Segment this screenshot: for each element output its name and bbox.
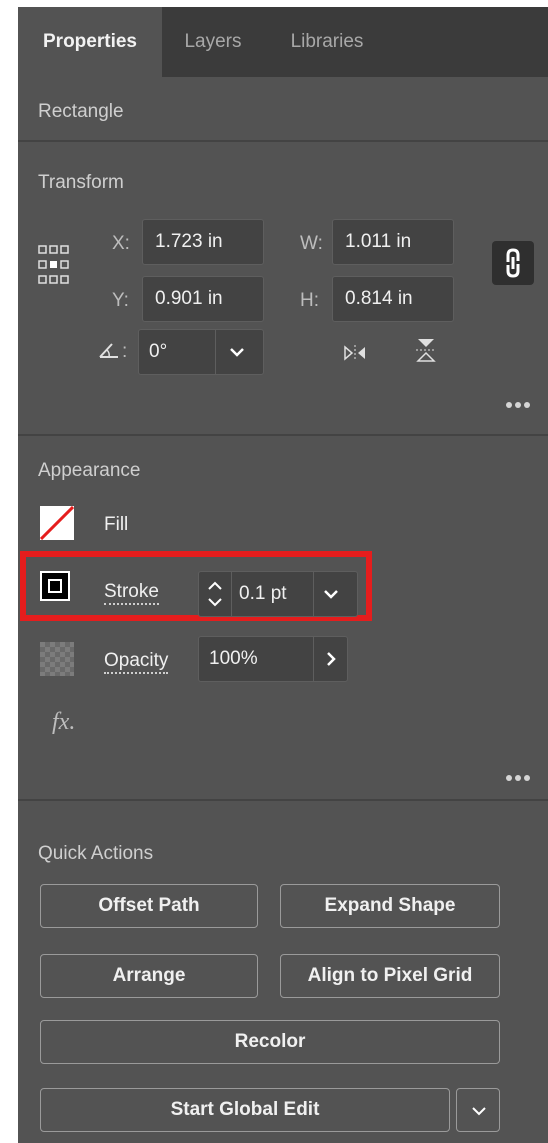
chevron-down-icon[interactable] <box>229 346 245 358</box>
reference-point-icon[interactable] <box>38 245 70 285</box>
tab-layers[interactable]: Layers <box>162 7 264 77</box>
quick-actions-section-title: Quick Actions <box>38 843 154 864</box>
fill-swatch[interactable] <box>39 505 75 541</box>
link-icon <box>506 248 520 278</box>
opacity-label-text: Opacity <box>104 650 169 674</box>
fill-label[interactable]: Fill <box>104 514 128 536</box>
start-global-edit-button[interactable]: Start Global Edit <box>40 1088 450 1132</box>
h-input[interactable]: 0.814 in <box>332 276 454 322</box>
global-edit-options-button[interactable] <box>456 1088 500 1132</box>
align-to-pixel-grid-button[interactable]: Align to Pixel Grid <box>280 954 500 998</box>
appearance-more-options-icon[interactable] <box>506 775 530 781</box>
chevron-down-icon[interactable] <box>323 588 339 600</box>
x-input[interactable]: 1.723 in <box>142 219 264 265</box>
object-type-label: Rectangle <box>38 101 124 122</box>
h-label: H: <box>300 290 319 311</box>
recolor-button[interactable]: Recolor <box>40 1020 500 1064</box>
y-input[interactable]: 0.901 in <box>142 276 264 322</box>
x-label: X: <box>112 233 130 254</box>
properties-panel: Properties Layers Libraries Rectangle Tr… <box>18 7 548 1143</box>
y-label: Y: <box>112 290 129 311</box>
stepper-arrows-icon[interactable] <box>205 578 225 610</box>
fx-effects-button[interactable]: fx. <box>52 709 75 736</box>
transform-more-options-icon[interactable] <box>506 402 530 408</box>
tab-properties[interactable]: Properties <box>18 7 162 77</box>
stroke-label-text: Stroke <box>104 581 159 605</box>
stroke-swatch[interactable] <box>40 571 70 601</box>
stepper-separator <box>313 572 314 616</box>
offset-path-button[interactable]: Offset Path <box>40 884 258 928</box>
appearance-section-title: Appearance <box>38 460 141 481</box>
arrange-button[interactable]: Arrange <box>40 954 258 998</box>
opacity-input[interactable]: 100% <box>198 636 348 682</box>
angle-label: : <box>122 341 128 362</box>
divider <box>18 434 548 436</box>
opacity-checker-icon[interactable] <box>40 642 74 676</box>
divider <box>18 140 548 142</box>
chevron-down-icon <box>472 1107 486 1116</box>
flip-horizontal-icon[interactable] <box>343 343 367 363</box>
w-label: W: <box>300 233 323 254</box>
angle-value: 0° <box>149 341 168 362</box>
opacity-label[interactable]: Opacity <box>104 650 169 674</box>
angle-input[interactable]: 0° <box>138 329 264 375</box>
tab-bar: Properties Layers Libraries <box>18 7 548 77</box>
opacity-separator <box>313 637 314 681</box>
w-input[interactable]: 1.011 in <box>332 219 454 265</box>
no-fill-icon <box>39 505 75 541</box>
stroke-weight-value: 0.1 pt <box>239 583 287 604</box>
stepper-separator <box>231 572 232 616</box>
stroke-weight-stepper[interactable]: 0.1 pt <box>198 571 358 617</box>
expand-shape-button[interactable]: Expand Shape <box>280 884 500 928</box>
divider <box>18 799 548 801</box>
angle-icon <box>99 343 118 358</box>
constrain-proportions-button[interactable] <box>492 241 534 285</box>
chevron-right-icon[interactable] <box>325 651 337 667</box>
opacity-value: 100% <box>209 648 258 669</box>
tab-libraries[interactable]: Libraries <box>264 7 390 77</box>
stroke-label[interactable]: Stroke <box>104 581 159 605</box>
flip-vertical-icon[interactable] <box>414 337 438 363</box>
transform-section-title: Transform <box>38 172 124 193</box>
angle-separator <box>215 330 216 374</box>
